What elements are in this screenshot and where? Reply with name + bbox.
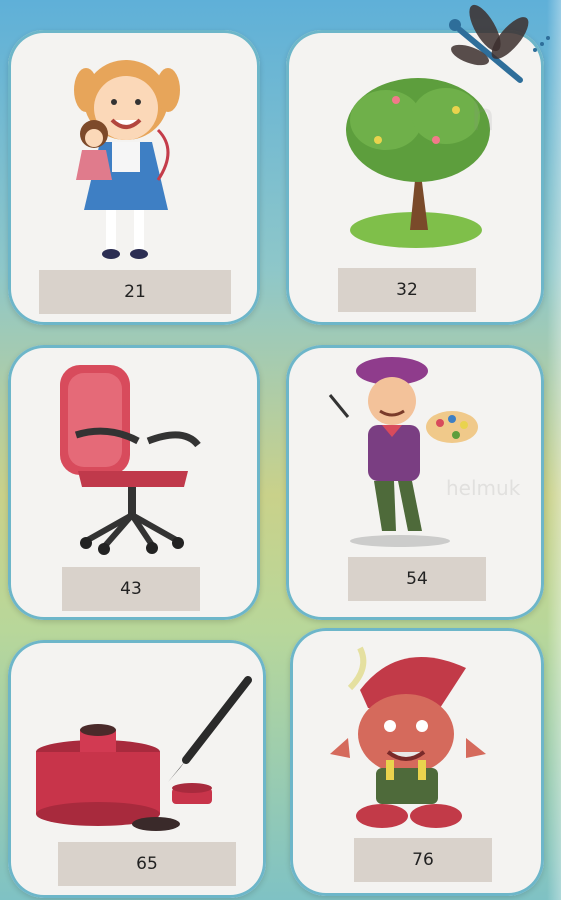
card-label: 32 (338, 268, 476, 312)
card-label: 54 (348, 557, 486, 601)
svg-text:helmuk: helmuk (446, 476, 521, 500)
card-painter: helmuk 54 (286, 345, 544, 620)
card-label: 65 (58, 842, 236, 886)
dragonfly-icon (449, 4, 550, 83)
card-ink: 65 (8, 640, 266, 898)
card-gnome: 76 (290, 628, 544, 896)
card-label: 43 (62, 567, 200, 611)
card-label: 21 (39, 270, 231, 314)
page-edge (547, 0, 561, 900)
card-girl: 21 (8, 30, 260, 325)
card-chair: 43 (8, 345, 260, 620)
card-label: 76 (354, 838, 492, 882)
